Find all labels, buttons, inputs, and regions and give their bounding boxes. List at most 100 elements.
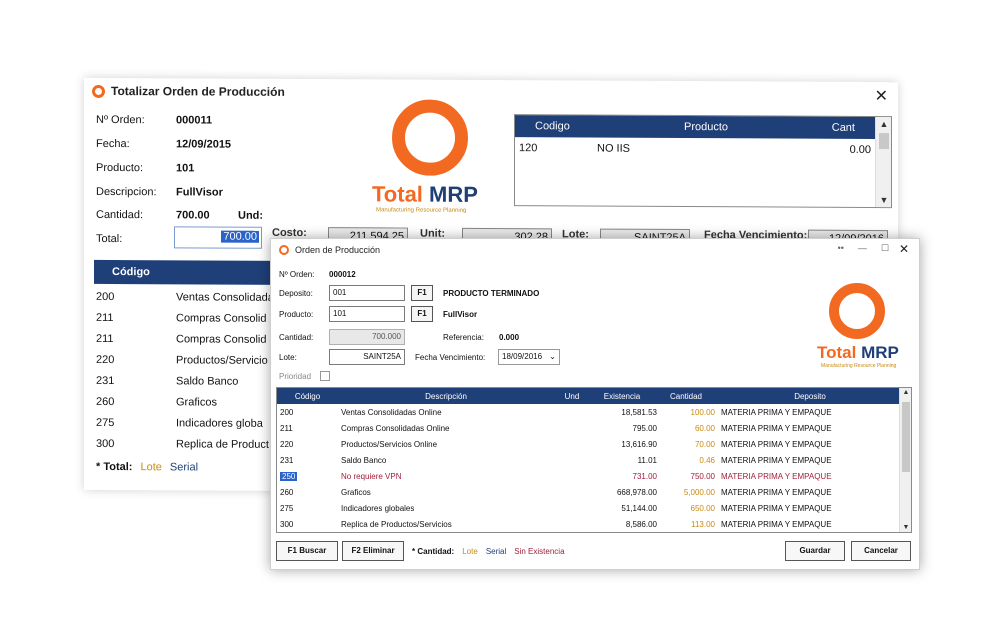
total-input[interactable]: 700.00 bbox=[174, 226, 262, 249]
legend-sin-existencia: Sin Existencia bbox=[514, 547, 565, 556]
cantidad-label: Cantidad: bbox=[279, 333, 314, 342]
table-row[interactable]: 211 Compras Consolid bbox=[94, 307, 294, 329]
total-input-value: 700.00 bbox=[221, 230, 259, 243]
fecha-value: 12/09/2015 bbox=[176, 138, 232, 151]
col-und: Und bbox=[564, 391, 580, 401]
producto-input[interactable]: 101 bbox=[329, 306, 405, 322]
prioridad-checkbox[interactable] bbox=[320, 371, 330, 381]
table-row[interactable]: 120 NO IIS 0.00 bbox=[515, 137, 875, 161]
mini-col-producto: Producto bbox=[683, 121, 729, 134]
table-row[interactable]: 200 Ventas Consolidadas Online 18,581.53 10… bbox=[277, 404, 899, 420]
descripcion-value: FullVisor bbox=[176, 186, 223, 199]
materials-grid: Código Descripción Und Existencia Cantid… bbox=[276, 387, 912, 533]
close-icon[interactable]: ✕ bbox=[899, 242, 909, 256]
cantidad-value: 700.00 bbox=[176, 209, 210, 222]
venc-label: Fecha Vencimiento: bbox=[415, 353, 486, 362]
lote-input[interactable]: SAINT25A bbox=[329, 349, 405, 365]
descripcion-label: Descripcion: bbox=[96, 185, 157, 199]
window-controls: •• — ☐ bbox=[838, 243, 889, 254]
table-row[interactable]: 300 Replica de Productos/Servicios 8,586.0… bbox=[277, 516, 899, 532]
grid-scrollbar[interactable]: ▲ ▼ bbox=[899, 388, 911, 532]
orden-title: Orden de Producción bbox=[295, 245, 381, 255]
table-row[interactable]: 231 Saldo Banco 11.01 0.46 MATERIA PRIMA Y E… bbox=[277, 452, 899, 468]
guardar-button[interactable]: Guardar bbox=[785, 541, 845, 561]
buscar-button[interactable]: F1 Buscar bbox=[276, 541, 338, 561]
col-descripcion: Descripción bbox=[425, 391, 467, 401]
legend-lote: Lote bbox=[462, 547, 478, 556]
venc-date-picker[interactable]: 18/09/2016 ⌄ bbox=[498, 349, 560, 365]
orden-label: Nº Orden: bbox=[96, 113, 145, 127]
table-row[interactable]: 275 Indicadores globales 51,144.00 650.00 MA… bbox=[277, 500, 899, 516]
venc-date-value: 18/09/2016 bbox=[502, 352, 543, 361]
options-icon[interactable]: •• bbox=[838, 243, 844, 254]
logo-wordmark: Total MRP bbox=[817, 343, 899, 362]
lote-label: Lote: bbox=[279, 353, 297, 362]
deposito-name: PRODUCTO TERMINADO bbox=[443, 289, 540, 298]
mini-col-cant: Cant bbox=[831, 121, 855, 134]
col-codigo: Código bbox=[112, 266, 150, 279]
chevron-down-icon: ⌄ bbox=[549, 352, 556, 361]
cantidad-legend: * Cantidad: Lote Serial Sin Existencia bbox=[412, 547, 565, 556]
col-deposito: Deposito bbox=[794, 391, 826, 401]
total-label: Total: bbox=[96, 232, 123, 246]
table-row[interactable]: 260 Graficos 668,978.00 5,000.00 MATERIA PRI… bbox=[277, 484, 899, 500]
producto-f1-button[interactable]: F1 bbox=[411, 306, 433, 322]
producto-label: Producto: bbox=[279, 310, 314, 319]
close-icon[interactable]: ✕ bbox=[875, 86, 888, 106]
mini-scrollbar[interactable]: ▲ ▼ bbox=[875, 117, 892, 208]
table-row[interactable]: 275 Indicadores globa bbox=[94, 412, 294, 434]
deposito-input[interactable]: 001 bbox=[329, 285, 405, 301]
app-ring-icon bbox=[92, 84, 105, 98]
table-row[interactable]: 250 No requiere VPN 731.00 750.00 MATERIA PR… bbox=[277, 468, 899, 484]
table-row[interactable]: 260 Graficos bbox=[94, 391, 294, 413]
scroll-down-icon[interactable]: ▼ bbox=[900, 524, 911, 531]
fecha-label: Fecha: bbox=[96, 137, 130, 151]
producto-name: FullVisor bbox=[443, 310, 478, 319]
logo-tagline: Manufacturing Resource Planning bbox=[821, 363, 897, 369]
col-cantidad: Cantidad bbox=[669, 391, 703, 401]
cancelar-button[interactable]: Cancelar bbox=[851, 541, 911, 561]
deposito-label: Deposito: bbox=[279, 289, 313, 298]
cantidad-label: Cantidad: bbox=[96, 208, 144, 222]
minimize-icon[interactable]: — bbox=[858, 243, 867, 254]
totalizar-title: Totalizar Orden de Producción bbox=[111, 84, 285, 99]
legend-serial: Serial bbox=[485, 547, 507, 556]
total-legend: * Total: Lote Serial bbox=[96, 460, 199, 474]
logo-ring-icon bbox=[392, 99, 468, 176]
orden-label: Nº Orden: bbox=[279, 270, 315, 279]
total-mrp-logo: Total MRP Manufacturing Resource Plannin… bbox=[817, 283, 907, 373]
table-row[interactable]: 211 Compras Consolid bbox=[94, 328, 294, 350]
scroll-thumb[interactable] bbox=[902, 402, 910, 472]
total-mrp-logo: Total MRP Manufacturing Resource Plannin… bbox=[372, 99, 502, 220]
prioridad-label: Prioridad bbox=[279, 372, 312, 381]
table-row[interactable]: 220 Productos/Servicio bbox=[94, 349, 294, 371]
scroll-down-icon[interactable]: ▼ bbox=[876, 195, 892, 205]
col-codigo: Código bbox=[294, 391, 321, 401]
logo-ring-icon bbox=[829, 283, 885, 339]
maximize-icon[interactable]: ☐ bbox=[881, 243, 889, 254]
table-row[interactable]: 200 Ventas Consolidadas bbox=[94, 286, 294, 308]
cantidad-input: 700.000 bbox=[329, 329, 405, 345]
mini-col-codigo: Codigo bbox=[535, 120, 570, 133]
table-row[interactable]: 220 Productos/Servicios Online 13,616.90 70… bbox=[277, 436, 899, 452]
scroll-thumb[interactable] bbox=[879, 133, 889, 150]
table-row[interactable]: 231 Saldo Banco bbox=[94, 370, 294, 392]
scroll-up-icon[interactable]: ▲ bbox=[900, 389, 911, 396]
und-label: Und: bbox=[238, 209, 264, 222]
orden-titlebar: Orden de Producción •• — ☐ ✕ bbox=[271, 239, 919, 261]
legend-serial: Serial bbox=[169, 461, 199, 474]
table-row[interactable]: 211 Compras Consolidadas Online 795.00 60.0… bbox=[277, 420, 899, 436]
back-grid-rows: 200 Ventas Consolidadas 211 Compras Consol… bbox=[94, 286, 294, 455]
eliminar-button[interactable]: F2 Eliminar bbox=[342, 541, 404, 561]
table-row[interactable]: 300 Replica de Product bbox=[94, 433, 294, 455]
scroll-up-icon[interactable]: ▲ bbox=[876, 119, 892, 129]
orden-produccion-window: Orden de Producción •• — ☐ ✕ Nº Orden: 0… bbox=[270, 238, 920, 570]
mini-grid-header: Codigo Producto Cant bbox=[515, 115, 875, 140]
materials-grid-header: Código Descripción Und Existencia Cantid… bbox=[277, 388, 899, 404]
product-mini-grid: Codigo Producto Cant 120 NO IIS 0.00 ▲ ▼ bbox=[514, 114, 892, 209]
deposito-f1-button[interactable]: F1 bbox=[411, 285, 433, 301]
logo-tagline: Manufacturing Resource Planning bbox=[376, 207, 467, 214]
producto-label: Producto: bbox=[96, 161, 144, 175]
orden-value: 000012 bbox=[329, 270, 356, 279]
orden-value: 000011 bbox=[176, 114, 213, 127]
